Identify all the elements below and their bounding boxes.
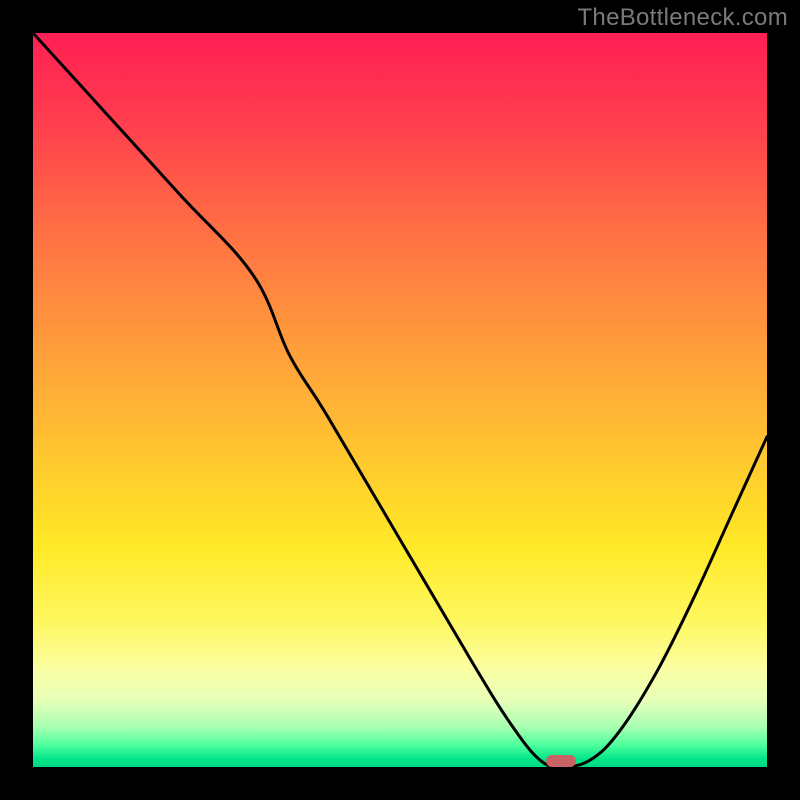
chart-container: TheBottleneck.com — [0, 0, 800, 800]
watermark-text: TheBottleneck.com — [577, 4, 788, 32]
optimal-marker — [546, 755, 576, 767]
plot-area — [33, 33, 767, 767]
bottleneck-curve — [33, 33, 767, 767]
curve-line — [33, 33, 767, 767]
